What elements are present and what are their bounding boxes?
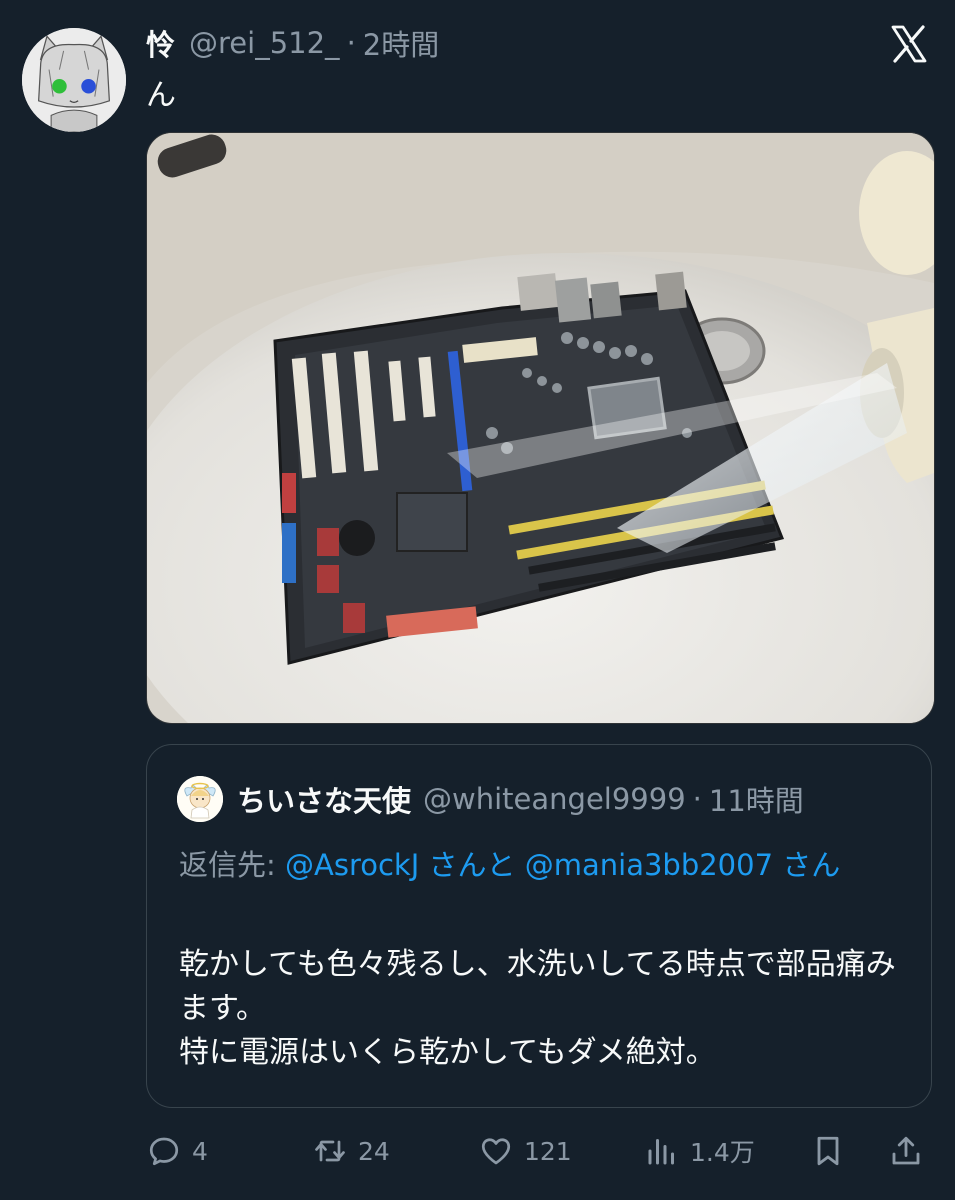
like-count: 121	[524, 1136, 572, 1166]
quoted-author-handle[interactable]: @whiteangel9999	[423, 782, 686, 816]
views-count: 1.4万	[690, 1138, 755, 1167]
quoted-author-name[interactable]: ちいさな天使	[237, 778, 411, 820]
quoted-tweet-text: 乾かしても色々残るし、水洗いしてる時点で部品痛みます。 特に電源はいくら乾かして…	[179, 943, 909, 1075]
quoted-text-line: 乾かしても色々残るし、水洗いしてる時点で部品痛みます。	[179, 947, 896, 1026]
bookmark-button[interactable]	[810, 1126, 846, 1176]
reply-button[interactable]: 4	[146, 1126, 208, 1176]
tweet-media-image[interactable]	[146, 132, 935, 724]
views-button[interactable]: 1.4万	[644, 1126, 755, 1176]
tweet-timestamp[interactable]: 2時間	[363, 22, 439, 64]
retweet-icon	[315, 1140, 345, 1162]
like-button[interactable]: 121	[478, 1126, 572, 1176]
separator-dot: ·	[346, 26, 356, 60]
tweet-action-bar: 4 24 121 1.4万	[146, 1126, 946, 1176]
reply-icon	[149, 1137, 179, 1166]
views-icon	[648, 1139, 674, 1165]
x-logo-icon[interactable]	[889, 24, 929, 64]
quoted-author-avatar[interactable]	[177, 776, 223, 822]
quoted-tweet[interactable]: ちいさな天使 @whiteangel9999 · 11時間 返信先: @Asro…	[146, 744, 932, 1108]
quoted-timestamp[interactable]: 11時間	[709, 778, 804, 820]
retweet-button[interactable]: 24	[312, 1126, 390, 1176]
reply-prefix: 返信先:	[179, 848, 285, 882]
share-icon	[892, 1136, 920, 1165]
tweet-text: ん	[146, 78, 176, 113]
mention-link[interactable]: @mania3bb2007	[525, 848, 773, 882]
tweet-header: 怜 @rei_512_ · 2時間	[146, 24, 439, 62]
mention-suffix: さん	[782, 848, 841, 882]
reply-count: 4	[192, 1136, 208, 1166]
like-icon	[481, 1138, 511, 1165]
reply-context: 返信先: @AsrockJ さんと @mania3bb2007 さん	[179, 841, 899, 890]
author-name[interactable]: 怜	[146, 22, 175, 64]
author-avatar[interactable]	[22, 28, 126, 132]
share-button[interactable]	[888, 1126, 924, 1176]
bookmark-icon	[817, 1136, 839, 1166]
quoted-tweet-header: ちいさな天使 @whiteangel9999 · 11時間	[177, 776, 804, 822]
author-handle[interactable]: @rei_512_	[189, 26, 340, 60]
retweet-count: 24	[358, 1136, 390, 1166]
quoted-text-line: 特に電源はいくら乾かしてもダメ絶対。	[179, 1035, 716, 1070]
mention-joiner: さんと	[428, 848, 516, 882]
mention-link[interactable]: @AsrockJ	[285, 848, 419, 882]
quoted-separator-dot: ·	[692, 782, 702, 816]
